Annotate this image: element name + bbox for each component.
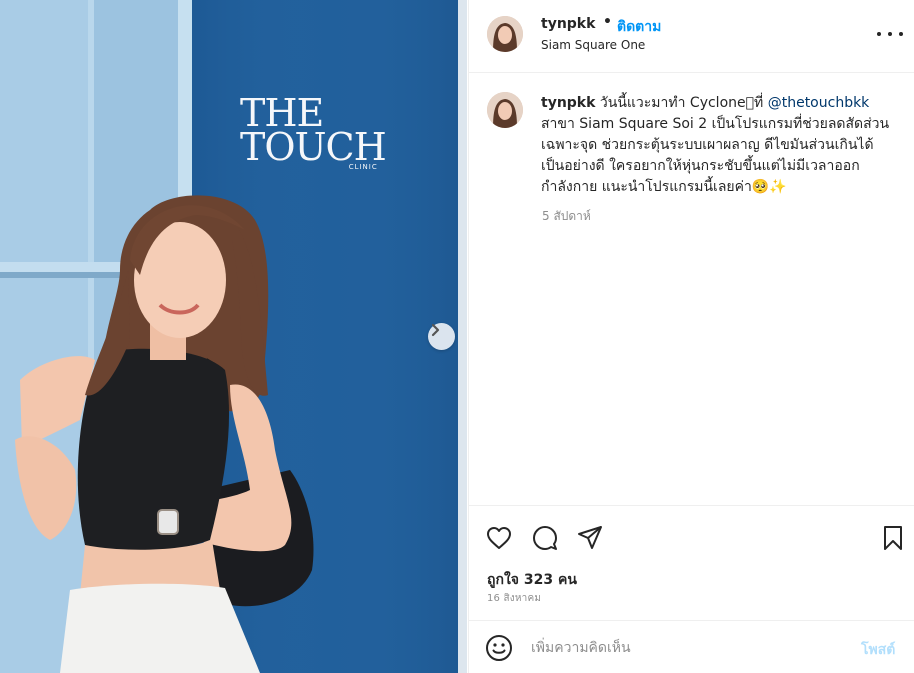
clinic-sign-line-2: TOUCH bbox=[240, 125, 387, 170]
emoji-icon bbox=[486, 635, 512, 661]
post-detail-panel: tynpkk • ติดตาม Siam Square One tynpkk ว… bbox=[468, 0, 914, 673]
caption-username[interactable]: tynpkk bbox=[541, 95, 595, 111]
comment-button[interactable] bbox=[531, 524, 559, 552]
comment-icon bbox=[533, 526, 557, 550]
comment-bar: โพสต์ bbox=[469, 620, 914, 673]
save-button[interactable] bbox=[879, 524, 907, 552]
avatar[interactable] bbox=[487, 16, 523, 52]
post-actions bbox=[469, 505, 914, 567]
post-header: tynpkk • ติดตาม Siam Square One bbox=[469, 0, 914, 73]
separator-dot: • bbox=[603, 14, 612, 30]
post-photo[interactable]: THE TOUCH CLINIC bbox=[0, 0, 467, 673]
caption-mention-link[interactable]: @thetouchbkk bbox=[768, 95, 870, 111]
avatar-image bbox=[487, 92, 523, 128]
post-comment-button[interactable]: โพสต์ bbox=[861, 639, 895, 661]
share-button[interactable] bbox=[576, 524, 604, 552]
heart-icon bbox=[487, 527, 511, 549]
post-date[interactable]: 16 สิงหาคม bbox=[487, 591, 541, 606]
paper-plane-icon bbox=[578, 526, 602, 549]
comment-input[interactable] bbox=[531, 637, 831, 659]
chevron-right-icon bbox=[431, 323, 440, 337]
caption-text-part-2: สาขา Siam Square Soi 2 เป็นโปรแกรมที่ช่ว… bbox=[541, 116, 890, 195]
post-location[interactable]: Siam Square One bbox=[541, 38, 645, 52]
post-caption: tynpkk วันนี้แวะมาทำ Cyclone⃣ที่ @thetou… bbox=[541, 93, 891, 198]
photo-illustration bbox=[0, 0, 467, 673]
like-button[interactable] bbox=[485, 524, 513, 552]
next-photo-button[interactable] bbox=[428, 323, 455, 350]
caption-text-part-1: วันนี้แวะมาทำ Cyclone⃣ที่ bbox=[599, 95, 768, 111]
post-author-username[interactable]: tynpkk bbox=[541, 16, 595, 32]
caption-avatar[interactable] bbox=[487, 92, 523, 128]
more-options-button[interactable] bbox=[877, 24, 903, 44]
avatar-image bbox=[487, 16, 523, 52]
likes-count[interactable]: ถูกใจ 323 คน bbox=[487, 569, 577, 591]
emoji-button[interactable] bbox=[485, 634, 513, 662]
bookmark-icon bbox=[884, 526, 902, 550]
follow-button[interactable]: ติดตาม bbox=[617, 16, 661, 38]
more-icon bbox=[877, 32, 881, 36]
clinic-sign: THE TOUCH CLINIC bbox=[240, 94, 387, 171]
caption-age[interactable]: 5 สัปดาห์ bbox=[542, 207, 591, 226]
more-icon-dot bbox=[888, 32, 892, 36]
more-icon-dot bbox=[899, 32, 903, 36]
